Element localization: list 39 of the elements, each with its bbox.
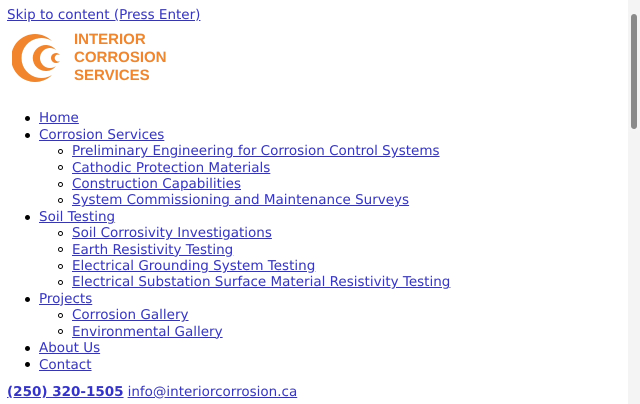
nav-link[interactable]: Electrical Substation Surface Material Resistivity Testing — [72, 274, 450, 291]
nav-link[interactable]: Electrical Grounding System Testing — [72, 258, 316, 274]
logo-text: SERVICES — [74, 67, 151, 86]
nav-link[interactable]: Environmental Gallery — [72, 324, 223, 340]
email-link[interactable]: info@interiorcorrosion.ca — [128, 384, 298, 400]
bullet-icon — [25, 362, 30, 368]
nav-link[interactable]: Cathodic Protection Materials — [72, 160, 270, 176]
nav-link[interactable]: System Commissioning and Maintenance Surveys — [72, 192, 410, 209]
bullet-icon — [58, 230, 63, 236]
bullet-icon — [25, 132, 30, 138]
nav-link[interactable]: About Us — [39, 340, 100, 356]
bullet-icon — [25, 296, 30, 302]
bullet-icon — [25, 346, 30, 351]
bullet-icon — [58, 329, 63, 334]
phone-link[interactable]: (250) 320-1505 — [7, 384, 124, 400]
logo-text: CORROSION — [74, 49, 167, 68]
bullet-icon — [58, 280, 63, 286]
bullet-icon — [58, 198, 63, 204]
bullet-icon — [25, 116, 30, 122]
nav-link[interactable]: Construction Capabilities — [72, 176, 241, 192]
nav-link[interactable]: Preliminary Engineering for Corrosion Control Systems — [72, 143, 440, 160]
bullet-icon — [58, 165, 63, 170]
bullet-icon — [58, 264, 63, 269]
nav-link[interactable]: Corrosion Gallery — [72, 307, 188, 324]
bullet-icon — [58, 312, 63, 318]
bullet-icon — [58, 148, 63, 154]
skip-link[interactable]: Skip to content (Press Enter) — [7, 7, 200, 23]
scrollbar[interactable] — [628, 0, 640, 404]
nav-link[interactable]: Earth Resistivity Testing — [72, 242, 234, 258]
bullet-icon — [58, 247, 63, 252]
nav-link[interactable]: Home — [39, 110, 79, 127]
nav-link[interactable]: Projects — [39, 290, 92, 308]
logo-text: INTERIOR — [74, 31, 147, 50]
bullet-icon — [25, 214, 30, 220]
bullet-icon — [58, 182, 63, 187]
nav-link[interactable]: Contact — [39, 356, 92, 373]
nav-link[interactable]: Soil Corrosivity Investigations — [72, 225, 272, 242]
nav-link[interactable]: Corrosion Services — [39, 126, 164, 144]
nav-link[interactable]: Soil Testing — [39, 208, 116, 226]
